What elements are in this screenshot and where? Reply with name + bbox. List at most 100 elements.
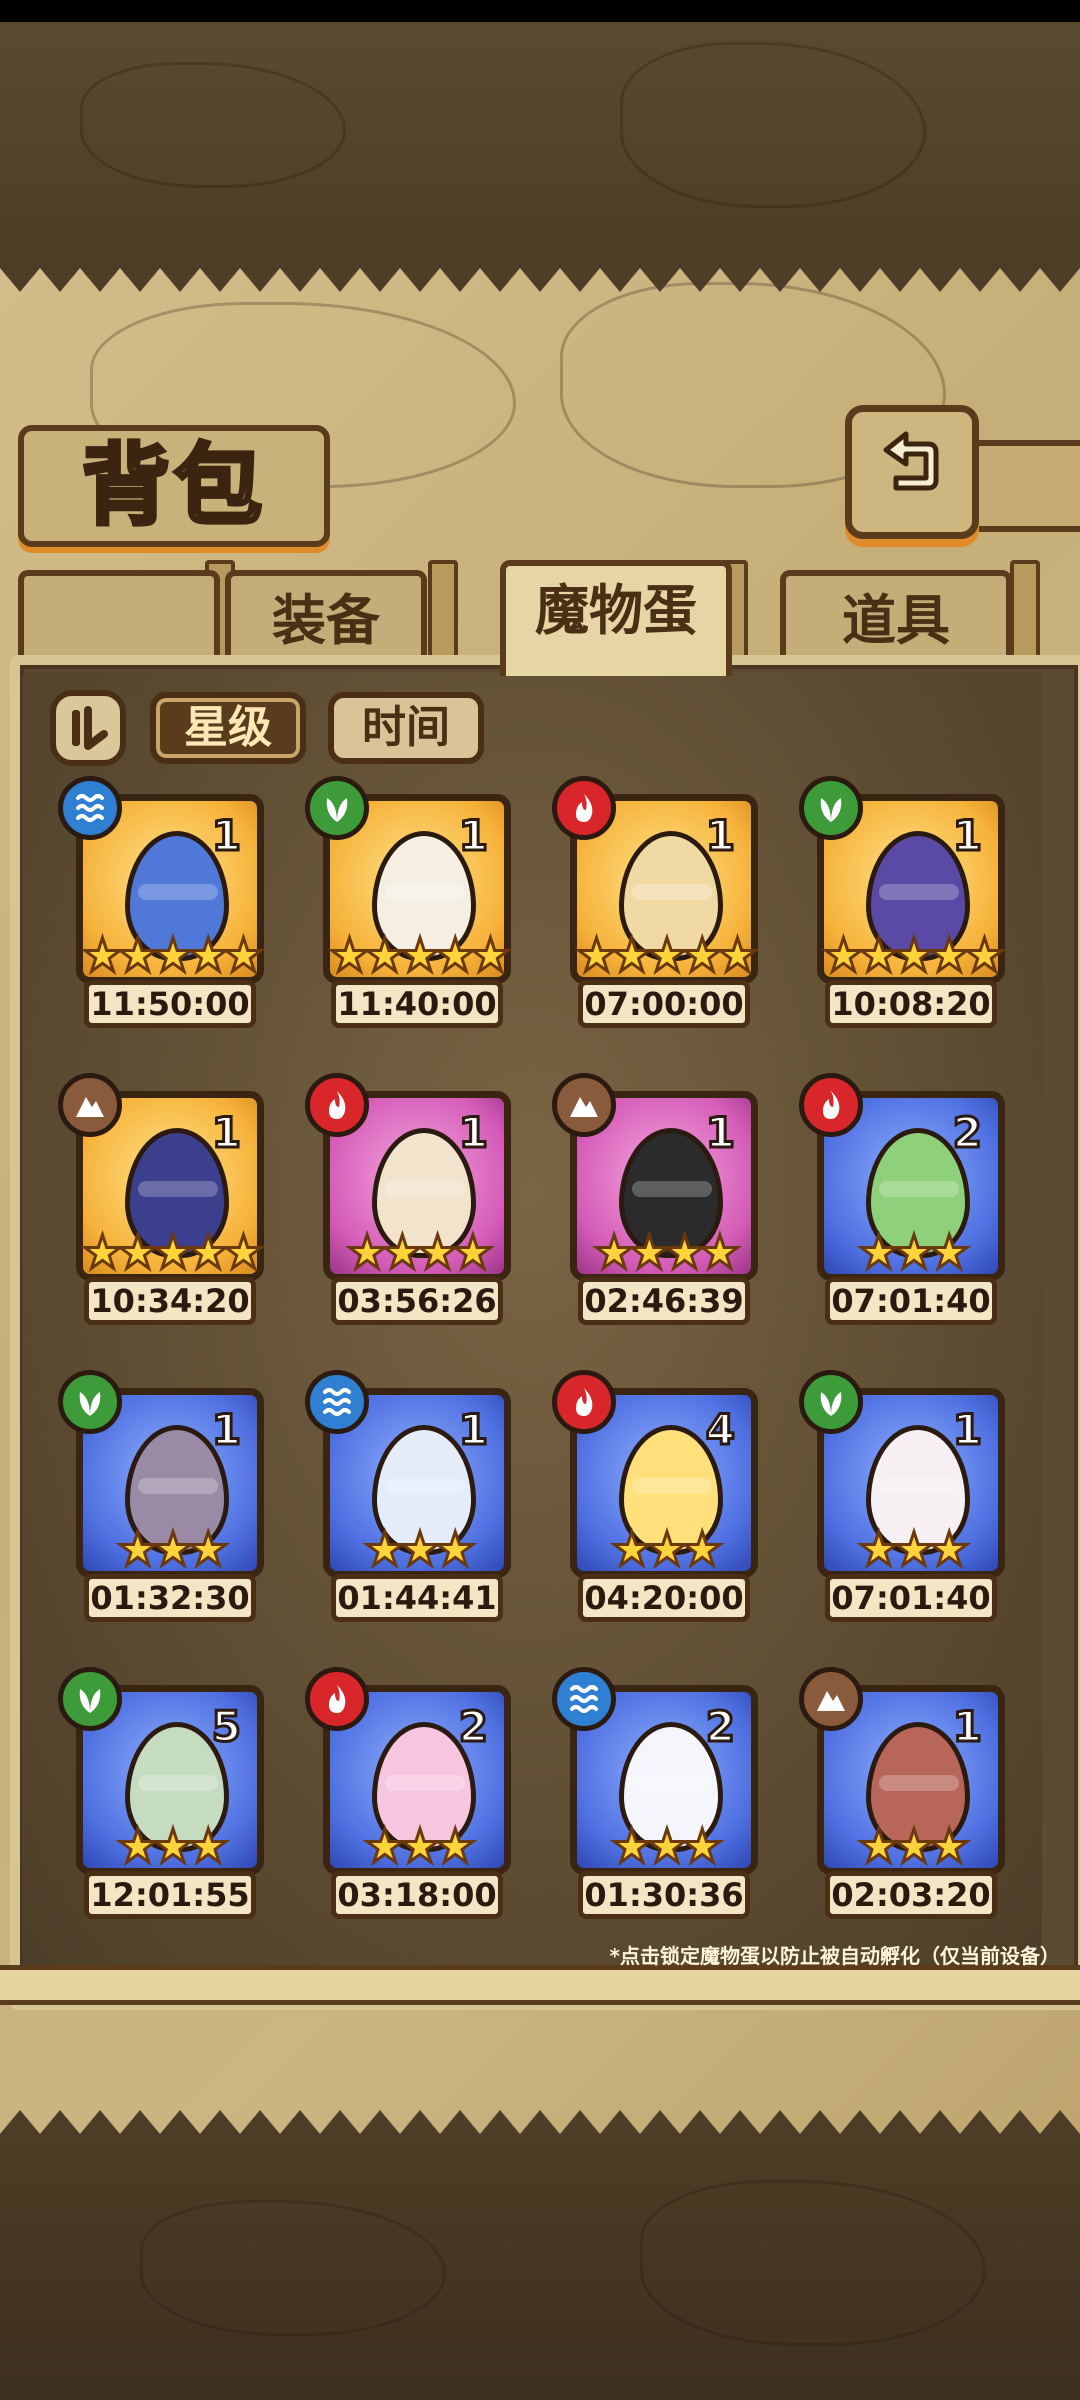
egg-pattern [138, 1775, 218, 1791]
star-rating: ★★★ [116, 1522, 231, 1576]
hatch-timer: 03:56:26 [331, 1277, 503, 1325]
status-bar [0, 0, 1080, 22]
egg-card[interactable]: 2 ★★★ 07:01:40 [799, 1073, 1019, 1337]
tab-equipment[interactable]: 装备 [225, 570, 427, 666]
egg-count: 5 [210, 1701, 242, 1753]
earth-element-icon [799, 1667, 863, 1731]
star-rating: ★★★★★ [574, 928, 759, 982]
sort-by-star-button[interactable]: 星级 [150, 692, 306, 764]
egg-count: 2 [704, 1701, 736, 1753]
egg-count: 1 [951, 1701, 983, 1753]
star-rating: ★★★ [363, 1819, 478, 1873]
egg-pattern [879, 1775, 959, 1791]
water-element-icon [58, 776, 122, 840]
tab-post [428, 560, 458, 668]
egg-count: 2 [457, 1701, 489, 1753]
egg-pattern [138, 1181, 218, 1197]
tab-items[interactable]: 道具 [780, 570, 1012, 666]
egg-count: 4 [704, 1404, 736, 1456]
egg-pattern [138, 884, 218, 900]
lock-hint-note: *点击锁定魔物蛋以防止被自动孵化（仅当前设备） [609, 1944, 1060, 1968]
egg-pattern [632, 1478, 712, 1494]
zigzag-border-top [0, 262, 1080, 292]
water-element-icon [552, 1667, 616, 1731]
tab-items-label: 道具 [842, 589, 950, 652]
fire-element-icon [799, 1073, 863, 1137]
tab-post [1010, 560, 1040, 668]
egg-card[interactable]: 1 ★★★★★ 10:34:20 [58, 1073, 278, 1337]
egg-card[interactable]: 1 ★★★★ 03:56:26 [305, 1073, 525, 1337]
egg-card[interactable]: 1 ★★★★★ 10:08:20 [799, 776, 1019, 1040]
egg-count: 1 [951, 810, 983, 862]
star-rating: ★★★ [363, 1522, 478, 1576]
hatch-timer: 10:34:20 [84, 1277, 256, 1325]
star-rating: ★★★ [857, 1819, 972, 1873]
star-rating: ★★★ [857, 1225, 972, 1279]
fire-element-icon [552, 776, 616, 840]
grass-element-icon [58, 1667, 122, 1731]
egg-pattern [879, 1478, 959, 1494]
egg-pattern [385, 1775, 465, 1791]
tab-monster-eggs[interactable]: 魔物蛋 [500, 560, 732, 676]
egg-card[interactable]: 1 ★★★ 01:32:30 [58, 1370, 278, 1634]
star-rating: ★★★ [610, 1522, 725, 1576]
egg-card[interactable]: 1 ★★★★ 02:46:39 [552, 1073, 772, 1337]
tab-equipment-label: 装备 [272, 589, 380, 652]
fire-element-icon [305, 1073, 369, 1137]
egg-count: 1 [210, 1404, 242, 1456]
egg-card[interactable]: 4 ★★★ 04:20:00 [552, 1370, 772, 1634]
egg-pattern [385, 1478, 465, 1494]
star-rating: ★★★ [610, 1819, 725, 1873]
star-rating: ★★★★ [345, 1225, 495, 1279]
hatch-timer: 04:20:00 [578, 1574, 750, 1622]
egg-card[interactable]: 1 ★★★★★ 07:00:00 [552, 776, 772, 1040]
sort-by-time-button[interactable]: 时间 [328, 692, 484, 764]
egg-card[interactable]: 1 ★★★ 01:44:41 [305, 1370, 525, 1634]
water-element-icon [305, 1370, 369, 1434]
star-rating: ★★★ [116, 1819, 231, 1873]
hatch-timer: 02:03:20 [825, 1871, 997, 1919]
egg-count: 1 [457, 810, 489, 862]
fire-element-icon [305, 1667, 369, 1731]
egg-pattern [879, 884, 959, 900]
sort-order-toggle[interactable] [50, 690, 126, 766]
hatch-timer: 03:18:00 [331, 1871, 503, 1919]
egg-pattern [879, 1181, 959, 1197]
egg-card[interactable]: 1 ★★★★★ 11:50:00 [58, 776, 278, 1040]
egg-pattern [632, 1775, 712, 1791]
hatch-timer: 01:32:30 [84, 1574, 256, 1622]
star-rating: ★★★★★ [821, 928, 1006, 982]
hatch-timer: 07:01:40 [825, 1574, 997, 1622]
egg-card[interactable]: 5 ★★★ 12:01:55 [58, 1667, 278, 1931]
egg-card[interactable]: 1 ★★★ 02:03:20 [799, 1667, 1019, 1931]
grass-element-icon [58, 1370, 122, 1434]
grass-element-icon [305, 776, 369, 840]
hatch-timer: 07:01:40 [825, 1277, 997, 1325]
egg-count: 1 [210, 1107, 242, 1159]
zigzag-border-bottom [0, 2110, 1080, 2140]
egg-pattern [385, 884, 465, 900]
star-rating: ★★★ [857, 1522, 972, 1576]
egg-count: 1 [210, 810, 242, 862]
hatch-timer: 10:08:20 [825, 980, 997, 1028]
egg-card[interactable]: 2 ★★★ 01:30:36 [552, 1667, 772, 1931]
egg-card[interactable]: 1 ★★★★★ 11:40:00 [305, 776, 525, 1040]
return-arrow-icon [883, 431, 939, 491]
title-plate: 背包 [18, 425, 330, 547]
grass-element-icon [799, 776, 863, 840]
egg-pattern [385, 1181, 465, 1197]
star-rating: ★★★★★ [327, 928, 512, 982]
earth-element-icon [58, 1073, 122, 1137]
egg-count: 1 [704, 810, 736, 862]
egg-pattern [632, 1181, 712, 1197]
egg-pattern [632, 884, 712, 900]
egg-count: 1 [457, 1404, 489, 1456]
hatch-timer: 11:40:00 [331, 980, 503, 1028]
egg-card[interactable]: 1 ★★★ 07:01:40 [799, 1370, 1019, 1634]
egg-card[interactable]: 2 ★★★ 03:18:00 [305, 1667, 525, 1931]
back-button[interactable] [845, 405, 979, 539]
egg-count: 1 [951, 1404, 983, 1456]
grass-element-icon [799, 1370, 863, 1434]
earth-element-icon [552, 1073, 616, 1137]
hatch-timer: 11:50:00 [84, 980, 256, 1028]
